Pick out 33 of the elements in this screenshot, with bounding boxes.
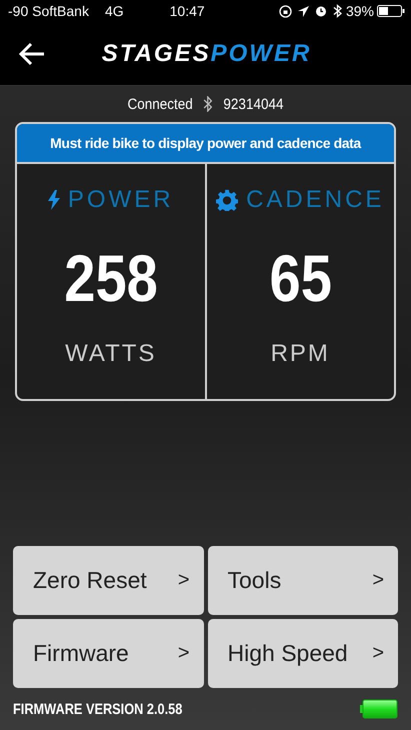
location-icon (298, 6, 309, 16)
back-arrow-icon[interactable] (18, 42, 46, 66)
chevron-icon: > (178, 569, 190, 592)
notice-banner: Must ride bike to display power and cadence data (17, 124, 394, 164)
bluetooth-icon (204, 96, 213, 112)
lightning-icon (48, 190, 60, 210)
app-logo: STAGESPOWER (102, 40, 312, 68)
bluetooth-icon (332, 4, 342, 18)
battery-icon (360, 699, 398, 719)
menu-button[interactable]: High Speed > (208, 619, 398, 688)
metric-label: POWER (68, 186, 174, 214)
chevron-icon: > (372, 642, 384, 665)
firmware-version: FIRMWARE VERSION 2.0.58 (13, 700, 182, 718)
alarm-icon (314, 5, 327, 17)
time-text: 10:47 (170, 3, 205, 19)
battery-icon (377, 5, 405, 17)
metric-value: 258 (64, 240, 158, 316)
menu-button[interactable]: Zero Reset > (13, 546, 204, 615)
menu-button[interactable]: Tools > (208, 546, 398, 615)
menu-button[interactable]: Firmware > (13, 619, 204, 688)
chevron-icon: > (372, 569, 384, 592)
connection-status: Connected (128, 96, 193, 112)
metric-value: 65 (269, 240, 332, 316)
network-text: 4G (104, 3, 124, 19)
battery-percent-text: 39% (346, 3, 374, 19)
metric-unit: RPM (270, 340, 330, 368)
carrier-text: -90 SoftBank (8, 3, 89, 19)
metric-unit: WATTS (65, 340, 156, 368)
gear-icon (216, 189, 238, 211)
rotation-lock-icon (278, 4, 292, 18)
chevron-icon: > (178, 642, 190, 665)
metric-label: CADENCE (246, 186, 384, 214)
device-id: 92314044 (223, 96, 284, 112)
